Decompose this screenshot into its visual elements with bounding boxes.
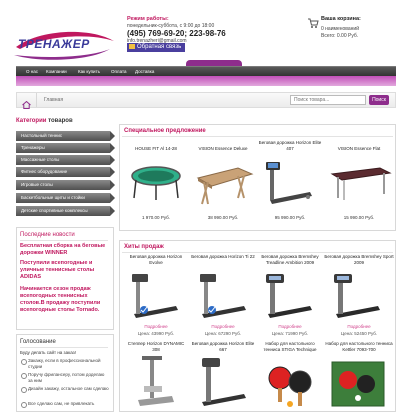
mail-icon [129,43,135,49]
feedback-button[interactable]: Обратная связь [127,43,185,52]
news-title: Последние новости [20,232,75,238]
feedback-label: Обратная связь [137,44,182,50]
poll-radio[interactable] [21,359,27,365]
product-name[interactable]: HOUSE FIT Al 14-28 [124,146,188,152]
hit-price: Цена: 67290 Руб. [204,331,242,336]
hit-product-name[interactable]: Степпер Horizon DYNAMIC 308 [124,341,188,352]
work-hours-title: Режим работы: [127,16,169,22]
news-item[interactable]: Бесплатная сборка на беговые дорожки WIN… [20,243,110,257]
poll-title: Голосование [20,339,56,345]
hit-image-treadmill[interactable] [196,272,252,327]
hits-title: Хиты продаж [124,244,164,250]
category-trainers[interactable]: Тренажеры [16,143,115,153]
logo-text: ТРЕНАЖЕР [18,37,90,51]
hit-product-name[interactable]: Беговая дорожка Bremshey Treadline Ambit… [258,254,322,265]
product-name[interactable]: VISION Essence Flat [324,146,394,152]
hit-price: Цена: 43990 Руб. [137,331,175,336]
product-name[interactable]: Беговая дорожка Horizon Elite 407 [258,140,322,151]
special-divider [122,136,393,137]
more-link[interactable]: Подробнее [190,324,256,329]
hit-image-treadmill[interactable] [262,272,318,327]
product-image-flat-table[interactable] [330,164,392,207]
hit-image-table-tennis-set[interactable] [262,360,318,415]
product-price: 95 990.00 Руб. [274,215,306,220]
news-item[interactable]: Поступили всепогодные и уличные теннисны… [20,260,110,281]
news-divider [20,240,108,241]
poll-option[interactable]: Все сделаю сам, не привлекать [28,401,110,407]
categories-title: Категории товаров [16,118,73,124]
category-basketball[interactable]: Баскетбольные щиты и стойки [16,193,115,203]
hit-product-name[interactable]: Беговая дорожка Horizon Ti 22 [190,254,256,260]
breadcrumb[interactable]: Главная [44,97,63,103]
poll-option[interactable]: Закажу, если в профессиональной студии [28,358,110,369]
product-name[interactable]: VISION Essence Deluxe [190,146,256,152]
poll-divider [20,347,108,348]
cart-count: 0 наименований [321,26,359,32]
hit-price: Цена: 71990 Руб. [271,331,309,336]
hit-image-treadmill[interactable] [196,356,252,415]
hit-price: Цена: 52450 Руб. [340,331,378,336]
hits-divider [122,252,393,253]
search-input[interactable] [290,95,366,105]
phone-number: (495) 769-69-20; 223-98-76 [127,29,226,38]
breadcrumb-divider [36,93,37,107]
category-table-tennis[interactable]: Настольный теннис [16,131,115,141]
hit-product-name[interactable]: Набор для настольного тенниса Kettler 70… [324,341,394,352]
category-fitness[interactable]: Фитнес оборудование [16,167,115,177]
category-massage-tables[interactable]: Массажные столы [16,155,115,165]
special-offer-title: Специальное предложение [124,128,206,134]
hit-product-name[interactable]: Беговая дорожка Bremshey Sport 2009 [324,254,394,265]
hit-product-name[interactable]: Набор для настольного тенниса STIGA Tech… [258,341,322,352]
hit-image-stepper[interactable] [132,356,180,415]
more-link[interactable]: Подробнее [124,324,188,329]
more-link[interactable]: Подробнее [324,324,394,329]
product-image-massage-table[interactable] [194,160,254,213]
cart-title: Ваша корзина: [321,16,361,22]
home-icon[interactable] [22,96,31,109]
nav-accent-strip [16,76,396,86]
poll-radio[interactable] [21,402,27,408]
product-image-trampoline[interactable] [128,160,184,209]
site-logo[interactable]: ТРЕНАЖЕР [10,27,118,61]
product-price: 1 970.00 Руб. [142,215,170,220]
poll-question: Буду делать сайт на заказ! [20,350,76,355]
hit-image-treadmill[interactable] [128,272,184,327]
product-price: 38 990.00 Руб. [207,215,239,220]
hit-product-name[interactable]: Беговая дорожка Horizon Elite 667 [190,341,256,352]
product-image-treadmill[interactable] [264,160,316,213]
hit-image-table-tennis-set[interactable] [330,360,386,415]
poll-option[interactable]: Поручу фрилансеру, потом доделаю за ним [28,372,110,383]
hit-image-treadmill[interactable] [330,272,386,327]
product-price: 15 990.00 Руб. [343,215,375,220]
hit-product-name[interactable]: Беговая дорожка Horizon Evolve [124,254,188,265]
poll-option[interactable]: Дизайн закажу, остальное сам сделаю [28,386,110,392]
cart-total: Всего: 0.00 Руб. [321,33,359,39]
category-game-tables[interactable]: Игровые столы [16,180,115,190]
cart-icon[interactable] [307,16,319,28]
news-item[interactable]: Начинается сезон продаж всепогодных тенн… [20,286,110,314]
search-button[interactable]: Поиск [369,95,389,105]
category-kids-complexes[interactable]: Детские спортивные комплексы [16,206,115,216]
more-link[interactable]: Подробнее [258,324,322,329]
poll-radio[interactable] [21,387,27,393]
poll-radio[interactable] [21,373,27,379]
